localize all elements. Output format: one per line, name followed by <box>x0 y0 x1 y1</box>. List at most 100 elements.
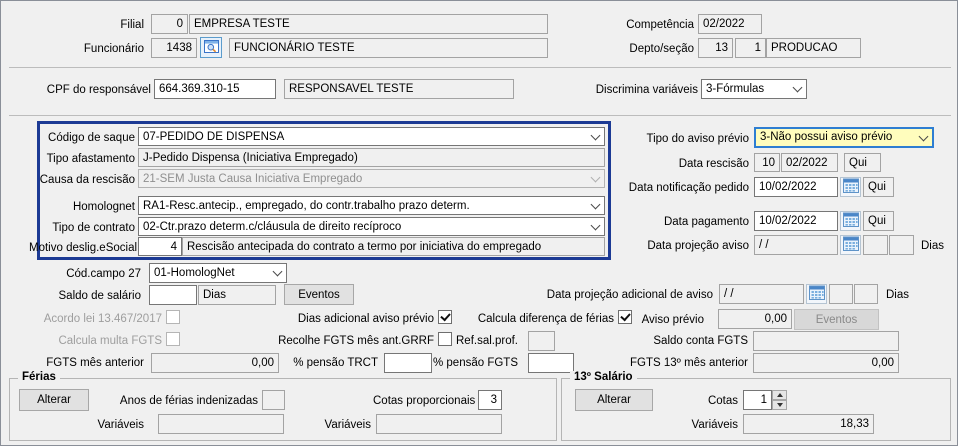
decimo-salario-title: 13º Salário <box>570 371 637 383</box>
decimo-variaveis-label: Variáveis <box>668 418 738 432</box>
data-projecao-aviso-label: Data projeção aviso <box>631 239 749 253</box>
motivo-desligamento-codigo-input[interactable] <box>138 237 182 256</box>
saldo-conta-fgts-field <box>753 331 899 351</box>
filial-label: Filial <box>44 18 144 32</box>
cotas-spin-up-button[interactable] <box>772 390 787 400</box>
dias-label: Dias <box>921 239 953 253</box>
chevron-down-icon <box>915 129 932 146</box>
depto-code-field: 13 <box>698 38 733 58</box>
secao-name-field: PRODUCAO <box>766 38 861 58</box>
cpf-responsavel-label: CPF do responsável <box>31 83 151 97</box>
alterar-ferias-button[interactable]: Alterar <box>19 389 89 411</box>
data-projecao-adicional-field: / / <box>719 284 804 304</box>
decimo-variaveis-field: 18,33 <box>743 414 874 434</box>
tipo-contrato-value: 02-Ctr.prazo determ.c/cláusula de direit… <box>143 221 401 233</box>
filial-name-field: EMPRESA TESTE <box>189 14 548 34</box>
decimo-cotas-input[interactable] <box>743 390 772 410</box>
aviso-previo-label: Aviso prévio <box>634 313 704 327</box>
tipo-afastamento-field: J-Pedido Dispensa (Iniciativa Empregado) <box>138 148 605 167</box>
ferias-variaveis-field-1 <box>158 414 284 434</box>
codigo-saque-label: Código de saque <box>29 131 135 145</box>
spin-up-icon <box>777 393 783 397</box>
codigo-saque-select[interactable]: 07-PEDIDO DE DISPENSA <box>138 127 605 146</box>
secao-code-field: 1 <box>735 38 766 58</box>
data-projecao-calendar-button[interactable] <box>840 235 861 255</box>
fgts13-anterior-label: FGTS 13º mês anterior <box>623 356 748 370</box>
data-projecao-adicional-label: Data projeção adicional de aviso <box>521 288 713 302</box>
projecao-dias-field-2 <box>889 235 914 255</box>
spin-down-icon <box>777 403 783 407</box>
calendar-icon <box>843 236 859 254</box>
cpf-responsavel-input[interactable] <box>154 79 276 99</box>
tipo-contrato-select[interactable]: 02-Ctr.prazo determ.c/cláusula de direit… <box>138 217 605 236</box>
data-projecao-adicional-calendar-button[interactable] <box>806 284 827 304</box>
data-pagamento-label: Data pagamento <box>631 215 749 229</box>
fgts-mes-anterior-label: FGTS mês anterior <box>44 356 144 370</box>
data-pagamento-input[interactable] <box>754 211 838 231</box>
causa-rescisao-label: Causa da rescisão <box>29 173 135 187</box>
chevron-down-icon <box>587 197 604 214</box>
cod-campo27-value: 01-HomologNet <box>154 267 235 279</box>
acordo-lei-checkbox <box>166 310 180 324</box>
homolognet-label: Homolognet <box>29 200 135 214</box>
data-projecao-aviso-field: / / <box>754 235 838 255</box>
motivo-desligamento-label: Motivo deslig.eSocial <box>29 241 135 255</box>
calcula-multa-fgts-checkbox <box>166 332 180 346</box>
codigo-saque-value: 07-PEDIDO DE DISPENSA <box>143 131 284 143</box>
dias-adicional-checkbox[interactable] <box>438 310 452 324</box>
alterar-decimo-button[interactable]: Alterar <box>575 389 653 411</box>
data-pagamento-dow-field: Qui <box>863 211 894 231</box>
data-notificacao-label: Data notificação pedido <box>586 181 749 195</box>
motivo-desligamento-descricao-field: Rescisão antecipada do contrato a termo … <box>182 237 605 256</box>
tipo-aviso-previo-select[interactable]: 3-Não possui aviso prévio <box>754 127 934 148</box>
data-pagamento-calendar-button[interactable] <box>840 211 861 231</box>
ref-sal-prof-label: Ref.sal.prof. <box>449 334 518 348</box>
cotas-proporcionais-input[interactable] <box>478 390 502 410</box>
data-rescisao-dia-field: 10 <box>754 153 780 172</box>
calcula-diferenca-ferias-checkbox[interactable] <box>618 310 632 324</box>
saldo-salario-label: Saldo de salário <box>41 289 141 303</box>
cod-campo27-select[interactable]: 01-HomologNet <box>149 263 287 283</box>
calcula-diferenca-ferias-label: Calcula diferença de férias <box>461 312 614 326</box>
data-rescisao-dow-field: Qui <box>844 153 881 172</box>
depto-secao-label: Depto/seção <box>594 42 694 56</box>
homolognet-select[interactable]: RA1-Resc.antecip., empregado, do contr.t… <box>138 196 605 215</box>
funcionario-code-field: 1438 <box>151 38 197 58</box>
homolognet-value: RA1-Resc.antecip., empregado, do contr.t… <box>143 200 470 212</box>
fgts13-anterior-field: 0,00 <box>753 353 899 373</box>
employee-lookup-button[interactable] <box>200 37 222 58</box>
competencia-label: Competência <box>594 18 694 32</box>
ferias-variaveis-field-2 <box>376 414 502 434</box>
data-notificacao-input[interactable] <box>754 177 838 197</box>
pensao-trct-input[interactable] <box>384 353 432 373</box>
eventos-button[interactable]: Eventos <box>284 284 354 305</box>
ref-sal-prof-field <box>528 331 555 351</box>
recolhe-fgts-label: Recolhe FGTS mês ant.GRRF <box>264 334 434 348</box>
chevron-down-icon <box>789 80 806 98</box>
data-notificacao-dow-field: Qui <box>863 177 894 197</box>
fgts-mes-anterior-field: 0,00 <box>151 353 279 373</box>
anos-ferias-field <box>262 390 285 410</box>
data-rescisao-label: Data rescisão <box>649 157 749 171</box>
discrimina-variaveis-select[interactable]: 3-Fórmulas <box>701 79 807 99</box>
decimo-cotas-label: Cotas <box>668 394 738 408</box>
dias-adicional-label: Dias adicional aviso prévio <box>281 312 434 326</box>
saldo-salario-input[interactable] <box>149 285 197 305</box>
cotas-spin-down-button[interactable] <box>772 400 787 410</box>
responsavel-nome-field: RESPONSAVEL TESTE <box>284 79 514 99</box>
tipo-aviso-previo-value: 3-Não possui aviso prévio <box>760 131 892 143</box>
chevron-down-icon <box>269 264 286 282</box>
dias-label: Dias <box>886 288 918 302</box>
calcula-multa-fgts-label: Calcula multa FGTS <box>29 334 162 348</box>
competencia-field: 02/2022 <box>698 14 762 34</box>
data-notificacao-calendar-button[interactable] <box>840 177 861 197</box>
acordo-lei-label: Acordo lei 13.467/2017 <box>29 312 162 326</box>
cotas-proporcionais-label: Cotas proporcionais <box>373 394 473 408</box>
projecao-adicional-dias-field-2 <box>854 284 878 304</box>
tipo-afastamento-label: Tipo afastamento <box>29 152 135 166</box>
filial-code-field: 0 <box>151 14 188 34</box>
data-rescisao-mes-field: 02/2022 <box>781 153 838 172</box>
pensao-fgts-input[interactable] <box>528 353 574 373</box>
ferias-variaveis-label-2: Variáveis <box>301 418 371 432</box>
anos-ferias-label: Anos de férias indenizadas <box>98 394 258 408</box>
